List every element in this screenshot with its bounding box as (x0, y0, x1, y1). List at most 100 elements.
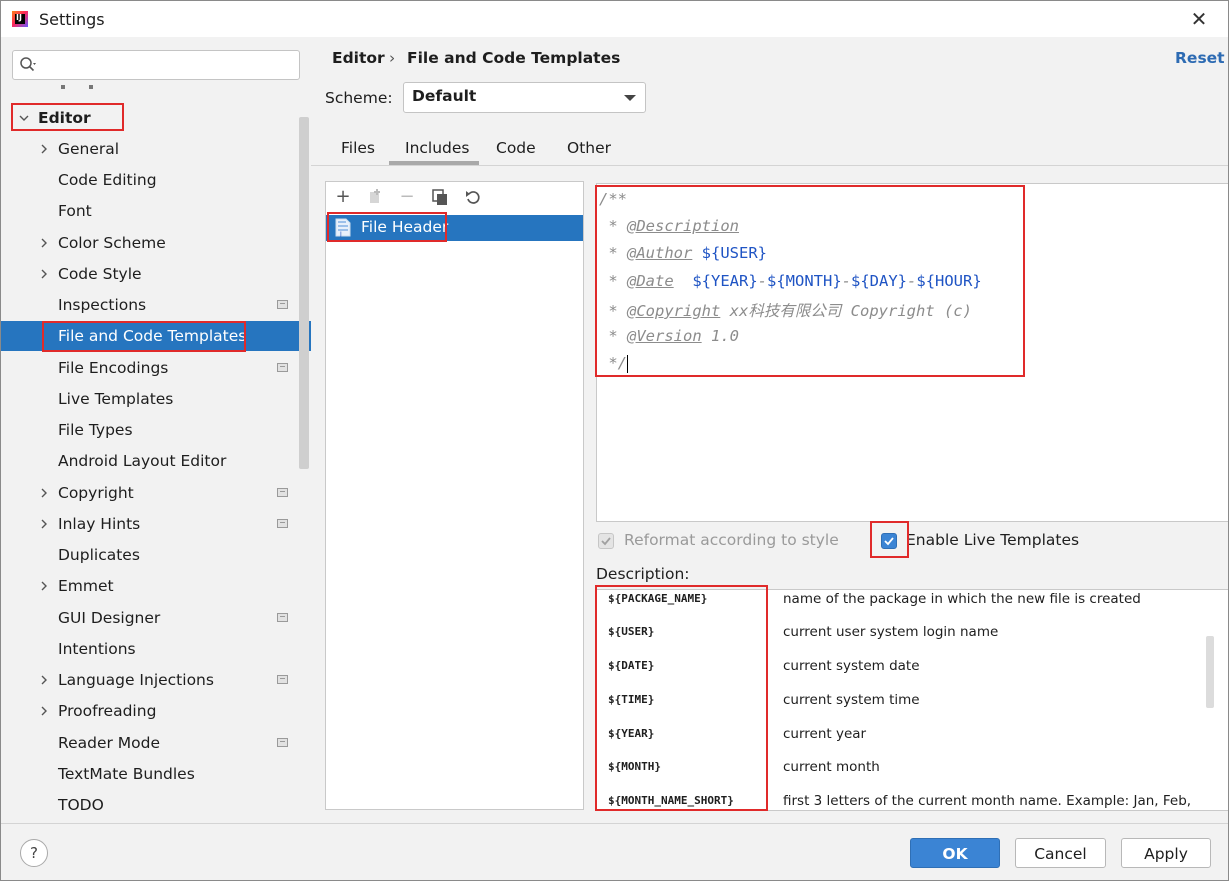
close-icon[interactable]: ✕ (1187, 7, 1211, 31)
table-row-desc: current year (783, 726, 867, 742)
sidebar-item-label: Intentions (58, 640, 136, 658)
project-settings-icon (277, 300, 288, 309)
tab-includes[interactable]: Includes (405, 139, 470, 157)
sidebar-item-textmate-bundles[interactable]: TextMate Bundles (1, 759, 311, 789)
remove-icon[interactable]: − (398, 188, 416, 206)
scheme-dropdown[interactable]: Default (403, 82, 646, 113)
page-title: File and Code Templates (407, 49, 621, 67)
search-icon (20, 57, 36, 72)
sidebar-item-label: GUI Designer (58, 609, 161, 627)
sidebar-item-reader-mode[interactable]: Reader Mode (1, 728, 311, 758)
sidebar-item-android-layout-editor[interactable]: Android Layout Editor (1, 446, 311, 476)
sidebar-item-gui-designer[interactable]: GUI Designer (1, 603, 311, 633)
sidebar-item-label: Code Editing (58, 171, 157, 189)
code-line: * @Date ${YEAR}-${MONTH}-${DAY}-${HOUR} (599, 272, 982, 290)
reset-to-default-icon[interactable] (464, 188, 482, 206)
tab-code[interactable]: Code (496, 139, 536, 157)
table-row-var: ${USER} (608, 625, 655, 638)
code-line: * @Author ${USER} (599, 244, 767, 262)
code-line: /** (599, 190, 627, 208)
template-editor[interactable]: /** * @Description * @Author ${USER} * @… (596, 183, 1228, 522)
table-row-desc: current month (783, 759, 880, 775)
sidebar-item-proofreading[interactable]: Proofreading (1, 696, 311, 726)
code-line: * @Version 1.0 (599, 327, 739, 345)
chevron-right-icon (41, 581, 47, 591)
main-panel: Editor › File and Code Templates Reset S… (311, 37, 1228, 823)
code-line: * @Copyright xx科技有限公司 Copyright (c) (599, 302, 972, 320)
table-row-var: ${TIME} (608, 693, 655, 706)
chevron-right-icon (41, 519, 47, 529)
sidebar-item-inspections[interactable]: Inspections (1, 290, 311, 320)
help-icon[interactable]: ? (20, 839, 48, 867)
chevron-right-icon (41, 706, 47, 716)
settings-sidebar: Editor General Code Editing Font Color S… (1, 37, 311, 823)
apply-button[interactable]: Apply (1121, 838, 1211, 868)
list-item[interactable]: J File Header (326, 215, 583, 241)
sidebar-item-general[interactable]: General (1, 134, 311, 164)
chevron-right-icon (41, 675, 47, 685)
sidebar-item-label: Code Style (58, 265, 142, 283)
chevron-right-icon (41, 144, 47, 154)
chevron-down-icon (19, 115, 29, 121)
sidebar-item-intentions[interactable]: Intentions (1, 634, 311, 664)
sidebar-item-inlay-hints[interactable]: Inlay Hints (1, 509, 311, 539)
checkmark-icon (598, 533, 614, 549)
table-row-desc: first 3 letters of the current month nam… (783, 793, 1192, 809)
project-settings-icon (277, 738, 288, 747)
description-scrollbar[interactable] (1206, 636, 1214, 708)
project-settings-icon (277, 363, 288, 372)
sidebar-item-label: Proofreading (58, 702, 157, 720)
sidebar-item-file-types[interactable]: File Types (1, 415, 311, 445)
dropdown-arrow-icon (624, 95, 636, 101)
ok-button[interactable]: OK (910, 838, 1000, 868)
sidebar-item-copyright[interactable]: Copyright (1, 478, 311, 508)
sidebar-item-live-templates[interactable]: Live Templates (1, 384, 311, 414)
sidebar-item-label: TextMate Bundles (58, 765, 195, 783)
tab-files[interactable]: Files (341, 139, 375, 157)
sidebar-item-code-style[interactable]: Code Style (1, 259, 311, 289)
table-row-var: ${DATE} (608, 659, 655, 672)
cancel-button[interactable]: Cancel (1015, 838, 1106, 868)
sidebar-item-editor[interactable]: Editor (1, 103, 311, 133)
sidebar-item-label: General (58, 140, 120, 158)
description-table: ${PACKAGE_NAME} name of the package in w… (596, 589, 1228, 811)
add-icon[interactable]: + (334, 188, 352, 206)
sidebar-scrollbar[interactable] (299, 117, 309, 469)
breadcrumb-separator-icon: › (389, 49, 396, 67)
sidebar-item-color-scheme[interactable]: Color Scheme (1, 228, 311, 258)
sidebar-item-file-encodings[interactable]: File Encodings (1, 353, 311, 383)
list-toolbar: + − (326, 182, 583, 212)
sidebar-item-label: Android Layout Editor (58, 452, 227, 470)
tab-other[interactable]: Other (567, 139, 611, 157)
sidebar-item-duplicates[interactable]: Duplicates (1, 540, 311, 570)
sidebar-item-emmet[interactable]: Emmet (1, 571, 311, 601)
sidebar-item-todo[interactable]: TODO (1, 790, 311, 820)
sidebar-item-font[interactable]: Font (1, 196, 311, 226)
add-child-icon[interactable] (367, 188, 385, 206)
reset-link[interactable]: Reset (1175, 49, 1225, 67)
sidebar-item-code-editing[interactable]: Code Editing (1, 165, 311, 195)
copy-icon[interactable] (431, 188, 449, 206)
sidebar-item-label: Copyright (58, 484, 134, 502)
sidebar-item-label: Font (58, 202, 92, 220)
intellij-logo-icon: IJ (12, 11, 28, 27)
sidebar-item-label: File Encodings (58, 359, 169, 377)
sidebar-item-label: Inspections (58, 296, 147, 314)
sidebar-item-label: Language Injections (58, 671, 214, 689)
table-row-desc: name of the package in which the new fil… (783, 591, 1141, 607)
svg-text:J: J (339, 231, 342, 237)
sidebar-item-file-and-code-templates[interactable]: File and Code Templates (1, 321, 311, 351)
sidebar-item-label: Live Templates (58, 390, 174, 408)
sidebar-item-label: Editor (38, 109, 91, 127)
scheme-value: Default (412, 87, 477, 105)
enable-live-templates-label: Enable Live Templates (906, 531, 1080, 549)
sidebar-item-language-injections[interactable]: Language Injections (1, 665, 311, 695)
table-row-var: ${YEAR} (608, 727, 655, 740)
description-label: Description: (596, 565, 690, 583)
reformat-label: Reformat according to style (624, 531, 839, 549)
window-title: Settings (39, 10, 105, 29)
breadcrumb-root: Editor (332, 49, 385, 67)
project-settings-icon (277, 519, 288, 528)
project-settings-icon (277, 613, 288, 622)
search-input[interactable] (12, 50, 300, 80)
